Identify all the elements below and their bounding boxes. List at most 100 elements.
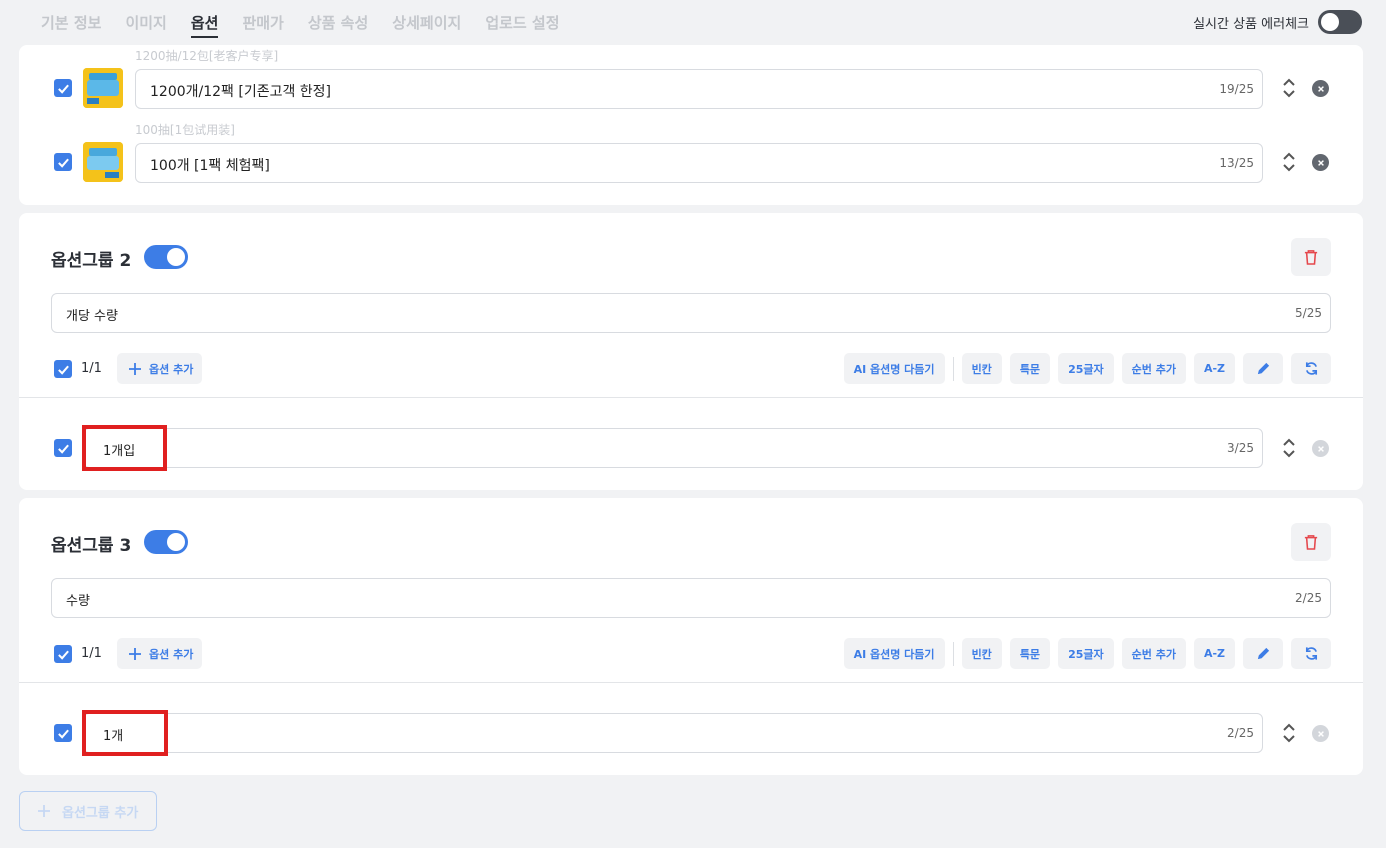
char-count: 2/25	[1295, 591, 1322, 605]
special-char-button[interactable]: 특문	[1009, 353, 1051, 384]
char-limit-button[interactable]: 25글자	[1058, 353, 1114, 384]
trash-icon	[1304, 250, 1318, 265]
toolbar-divider	[952, 356, 954, 381]
delete-group-button[interactable]	[1291, 238, 1331, 276]
special-char-button[interactable]: 특문	[1009, 638, 1051, 669]
refresh-button[interactable]	[1291, 353, 1331, 384]
top-tab-bar: 기본 정보 이미지 옵션 판매가 상품 속성 상세페이지 업로드 설정 실시간 …	[0, 0, 1386, 45]
add-sequence-button[interactable]: 순번 추가	[1121, 638, 1186, 669]
group-name-input[interactable]: 수량 2/25	[51, 578, 1331, 618]
highlight-box	[82, 425, 167, 471]
option-value: 1200개/12팩 [기존고객 한정]	[150, 84, 332, 100]
sort-updown-icon[interactable]	[1282, 151, 1296, 173]
tab-upload-settings[interactable]: 업로드 설정	[485, 12, 559, 38]
sort-az-button[interactable]: A-Z	[1193, 353, 1235, 384]
char-count: 2/25	[1227, 726, 1254, 740]
remove-circle-icon[interactable]	[1312, 725, 1329, 742]
option-checkbox[interactable]	[54, 724, 72, 742]
char-count: 5/25	[1295, 306, 1322, 320]
group-name-input[interactable]: 개당 수량 5/25	[51, 293, 1331, 333]
select-all-checkbox[interactable]	[54, 645, 72, 663]
add-option-button[interactable]: 옵션 추가	[117, 638, 203, 669]
option-value-input[interactable]: 100개 [1팩 체험팩] 13/25	[135, 143, 1263, 183]
selected-count: 1/1	[81, 361, 102, 376]
sort-az-button[interactable]: A-Z	[1193, 638, 1235, 669]
option-group-3-card: 옵션그룹 3 수량 2/25 1/1 옵션 추가 AI 옵션명 다듬기 빈칸 특…	[19, 498, 1363, 775]
check-icon	[57, 650, 69, 660]
option-group-2-card: 옵션그룹 2 개당 수량 5/25 1/1 옵션 추가 AI 옵션명 다듬기 빈…	[19, 213, 1363, 490]
check-icon	[57, 84, 69, 94]
plus-icon	[38, 805, 50, 817]
check-icon	[57, 444, 69, 454]
option-checkbox[interactable]	[54, 439, 72, 457]
edit-button[interactable]	[1243, 638, 1283, 669]
option-value-input[interactable]: 1개 2/25	[83, 713, 1263, 753]
pencil-icon	[1257, 362, 1269, 375]
delete-group-button[interactable]	[1291, 523, 1331, 561]
realtime-check: 실시간 상품 에러체크	[1193, 10, 1362, 34]
tab-price[interactable]: 판매가	[242, 12, 283, 38]
add-option-label: 옵션 추가	[149, 362, 194, 376]
tab-basic-info[interactable]: 기본 정보	[41, 12, 101, 38]
plus-icon	[129, 647, 141, 660]
remove-circle-icon[interactable]	[1312, 80, 1329, 97]
group-title: 옵션그룹 2	[51, 251, 132, 271]
refresh-icon	[1305, 647, 1317, 660]
char-count: 3/25	[1227, 441, 1254, 455]
remove-circle-icon[interactable]	[1312, 440, 1329, 457]
group-title: 옵션그룹 3	[51, 536, 132, 556]
char-limit-button[interactable]: 25글자	[1058, 638, 1114, 669]
select-all-checkbox[interactable]	[54, 360, 72, 378]
option-checkbox[interactable]	[54, 153, 72, 171]
section-divider	[19, 682, 1363, 683]
trash-icon	[1304, 535, 1318, 550]
refresh-icon	[1305, 362, 1317, 375]
add-option-button[interactable]: 옵션 추가	[117, 353, 203, 384]
toggle-knob	[167, 533, 185, 551]
ai-refine-button[interactable]: AI 옵션명 다듬기	[843, 353, 945, 384]
sort-updown-icon[interactable]	[1282, 722, 1296, 744]
pencil-icon	[1257, 647, 1269, 660]
selected-count: 1/1	[81, 646, 102, 661]
tab-detail-page[interactable]: 상세페이지	[392, 12, 461, 38]
option-toolbar: AI 옵션명 다듬기 빈칸 특문 25글자 순번 추가 A-Z	[843, 638, 1331, 669]
refresh-button[interactable]	[1291, 638, 1331, 669]
toggle-knob	[1321, 13, 1339, 31]
toolbar-divider	[952, 641, 954, 666]
section-divider	[19, 397, 1363, 398]
blank-button[interactable]: 빈칸	[961, 638, 1002, 669]
option-thumbnail	[83, 68, 123, 108]
add-option-group-label: 옵션그룹 추가	[62, 805, 139, 821]
check-icon	[57, 729, 69, 739]
tab-images[interactable]: 이미지	[125, 12, 166, 38]
highlight-box	[82, 710, 168, 756]
check-icon	[57, 365, 69, 375]
option-value: 100개 [1팩 체험팩]	[150, 158, 270, 174]
option-thumbnail	[83, 142, 123, 182]
edit-button[interactable]	[1243, 353, 1283, 384]
char-count: 13/25	[1219, 156, 1254, 170]
realtime-check-toggle[interactable]	[1318, 10, 1362, 34]
tab-list: 기본 정보 이미지 옵션 판매가 상품 속성 상세페이지 업로드 설정	[41, 12, 584, 38]
group-enable-toggle[interactable]	[144, 245, 188, 269]
add-sequence-button[interactable]: 순번 추가	[1121, 353, 1186, 384]
tab-options[interactable]: 옵션	[190, 12, 219, 38]
tab-attributes[interactable]: 상품 속성	[308, 12, 368, 38]
check-icon	[57, 158, 69, 168]
option-group-1-card: 1200抽/12包[老客户专享] 1200개/12팩 [기존고객 한정] 19/…	[19, 45, 1363, 205]
option-toolbar: AI 옵션명 다듬기 빈칸 특문 25글자 순번 추가 A-Z	[843, 353, 1331, 384]
group-name-value: 수량	[66, 594, 90, 609]
add-option-group-button[interactable]: 옵션그룹 추가	[19, 791, 157, 831]
remove-circle-icon[interactable]	[1312, 154, 1329, 171]
option-source-label: 100抽[1包试用装]	[135, 123, 235, 137]
option-value-input[interactable]: 1개입 3/25	[83, 428, 1263, 468]
blank-button[interactable]: 빈칸	[961, 353, 1002, 384]
realtime-check-label: 실시간 상품 에러체크	[1193, 16, 1309, 32]
option-checkbox[interactable]	[54, 79, 72, 97]
option-value-input[interactable]: 1200개/12팩 [기존고객 한정] 19/25	[135, 69, 1263, 109]
sort-updown-icon[interactable]	[1282, 77, 1296, 99]
sort-updown-icon[interactable]	[1282, 437, 1296, 459]
char-count: 19/25	[1219, 82, 1254, 96]
group-enable-toggle[interactable]	[144, 530, 188, 554]
ai-refine-button[interactable]: AI 옵션명 다듬기	[843, 638, 945, 669]
